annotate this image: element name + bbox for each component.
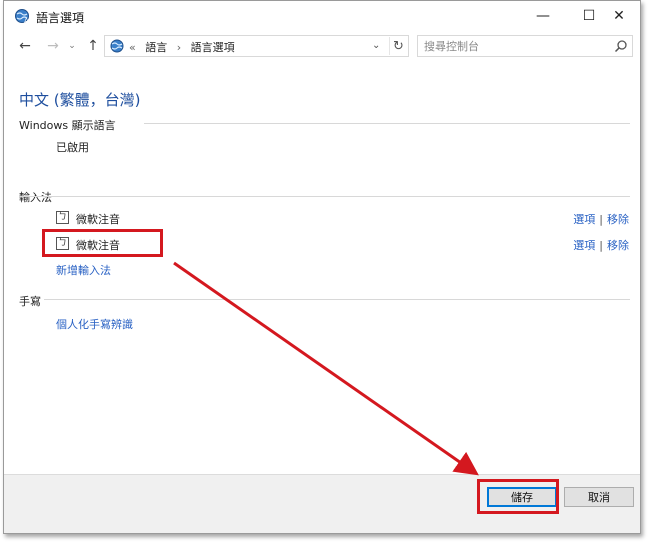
breadcrumb-overflow[interactable]: « bbox=[129, 41, 136, 54]
display-language-status: 已啟用 bbox=[56, 141, 89, 154]
link-divider: | bbox=[599, 239, 603, 252]
highlight-box-input-method bbox=[42, 229, 163, 257]
title-bar: A 語言選項 — ☐ ✕ bbox=[4, 1, 640, 31]
close-button[interactable]: ✕ bbox=[596, 1, 640, 31]
remove-link[interactable]: 移除 bbox=[607, 213, 629, 226]
input-method-actions: 選項 | 移除 bbox=[573, 237, 629, 253]
section-divider bbox=[19, 196, 630, 197]
bopomofo-ime-icon: ㄅ bbox=[56, 211, 69, 224]
page-title: 中文 (繁體，台灣) bbox=[19, 91, 141, 109]
add-input-method-link[interactable]: 新增輸入法 bbox=[56, 262, 111, 278]
remove-link[interactable]: 移除 bbox=[607, 239, 629, 252]
breadcrumb-item-language-options[interactable]: 語言選項 bbox=[191, 41, 235, 54]
recent-locations-chevron-icon[interactable]: ⌄ bbox=[66, 36, 78, 56]
svg-text:A: A bbox=[24, 17, 29, 24]
input-method-name: 微軟注音 bbox=[76, 213, 120, 226]
back-arrow-icon[interactable]: ← bbox=[16, 36, 34, 56]
section-divider bbox=[44, 299, 630, 300]
input-methods-heading: 輸入法 bbox=[19, 191, 52, 204]
language-globe-icon: A bbox=[15, 9, 29, 24]
handwriting-heading: 手寫 bbox=[19, 295, 41, 308]
address-dropdown-chevron-icon[interactable]: ⌄ bbox=[372, 40, 380, 51]
search-input[interactable] bbox=[424, 38, 604, 54]
search-icon[interactable] bbox=[614, 39, 628, 53]
navigation-bar: ← → ⌄ ↑ « 語言 › 語言選項 ⌄ ↻ bbox=[4, 32, 640, 60]
highlight-box-save-button bbox=[477, 479, 559, 514]
link-divider: | bbox=[599, 213, 603, 226]
minimize-button[interactable]: — bbox=[520, 1, 566, 31]
personalize-handwriting-link[interactable]: 個人化手寫辨識 bbox=[56, 316, 133, 332]
search-box[interactable] bbox=[417, 35, 633, 57]
cancel-button[interactable]: 取消 bbox=[564, 487, 634, 507]
section-divider bbox=[144, 123, 630, 124]
input-method-row-1: ㄅ 微軟注音 選項 | 移除 bbox=[56, 209, 631, 227]
up-arrow-icon[interactable]: ↑ bbox=[84, 36, 102, 56]
forward-arrow-icon[interactable]: → bbox=[44, 36, 62, 56]
breadcrumb-item-language[interactable]: 語言 bbox=[145, 41, 167, 54]
control-panel-globe-icon bbox=[110, 39, 124, 53]
refresh-icon[interactable]: ↻ bbox=[389, 37, 407, 55]
window-title: 語言選項 bbox=[36, 11, 85, 25]
display-language-heading: Windows 顯示語言 bbox=[19, 119, 116, 132]
breadcrumb: « 語言 › 語言選項 bbox=[129, 39, 241, 55]
address-bar[interactable]: « 語言 › 語言選項 ⌄ ↻ bbox=[104, 35, 409, 57]
options-link[interactable]: 選項 bbox=[573, 213, 595, 226]
breadcrumb-separator-icon[interactable]: › bbox=[177, 41, 181, 54]
language-options-window: A 語言選項 — ☐ ✕ ← → ⌄ ↑ « 語言 › 語言選項 ⌄ ↻ 搜尋控… bbox=[3, 0, 641, 534]
options-link[interactable]: 選項 bbox=[573, 239, 595, 252]
input-method-actions: 選項 | 移除 bbox=[573, 211, 629, 227]
